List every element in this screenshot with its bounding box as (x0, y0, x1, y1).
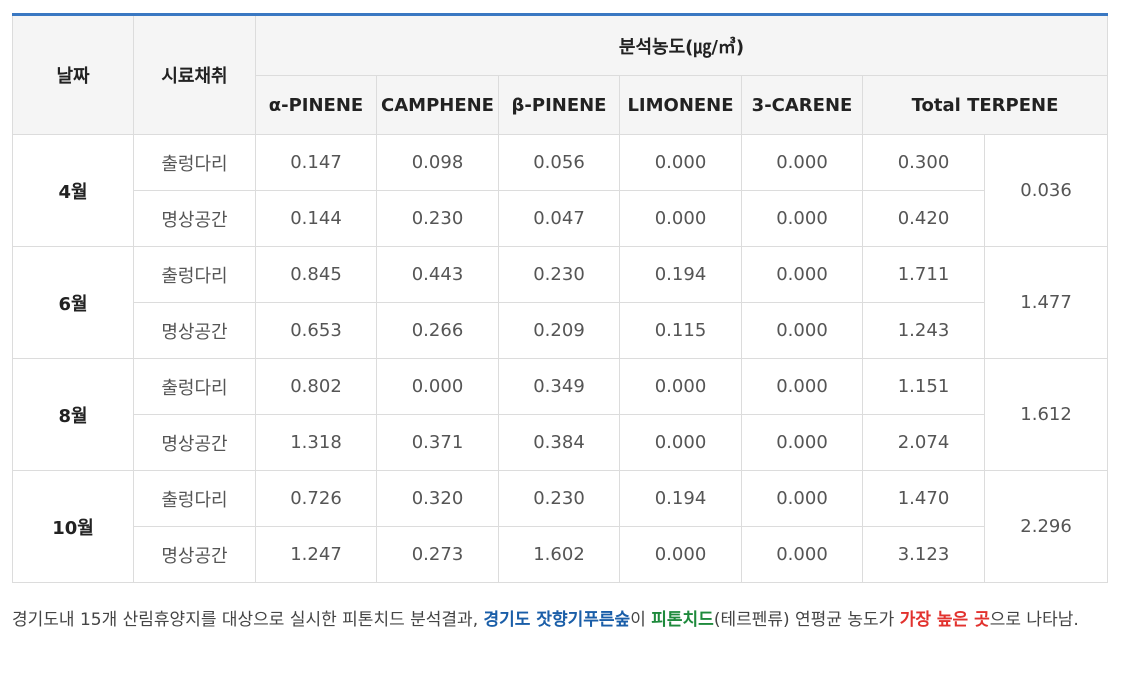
limonene-value: 0.000 (619, 414, 742, 471)
caption-highlight-result: 가장 높은 곳 (899, 610, 990, 630)
site-cell: 출렁다리 (133, 134, 256, 191)
3-carene-value: 0.000 (741, 246, 863, 303)
caption-text-3: (테르펜류) 연평균 농도가 (713, 610, 900, 630)
table-row: 명상공간 1.318 0.371 0.384 0.000 0.000 2.074 (13, 414, 1108, 471)
limonene-value: 0.000 (619, 190, 742, 247)
alpha-pinene-value: 1.318 (255, 414, 377, 471)
site-cell: 출렁다리 (133, 470, 256, 527)
header-total-terpene: Total TERPENE (861, 75, 1109, 135)
month-extra-value: 1.612 (983, 358, 1109, 471)
3-carene-value: 0.000 (741, 134, 863, 191)
3-carene-value: 0.000 (741, 302, 863, 359)
site-cell: 출렁다리 (133, 246, 256, 303)
table-row: 명상공간 1.247 0.273 1.602 0.000 0.000 3.123 (13, 526, 1108, 583)
alpha-pinene-value: 0.802 (255, 358, 377, 415)
3-carene-value: 0.000 (741, 358, 863, 415)
terpene-analysis-table: 날짜 시료채취 분석농도(㎍/㎥) α-PINENE CAMPHENE β-PI… (12, 13, 1109, 583)
month-cell: 6월 (12, 246, 134, 359)
site-cell: 출렁다리 (133, 358, 256, 415)
site-cell: 명상공간 (133, 190, 256, 247)
header-alpha-pinene: α-PINENE (255, 75, 377, 135)
camphene-value: 0.273 (376, 526, 499, 583)
limonene-value: 0.000 (619, 358, 742, 415)
beta-pinene-value: 0.384 (498, 414, 620, 471)
beta-pinene-value: 0.209 (498, 302, 620, 359)
3-carene-value: 0.000 (741, 190, 863, 247)
header-camphene: CAMPHENE (376, 75, 499, 135)
camphene-value: 0.266 (376, 302, 499, 359)
total-terpene-value: 1.243 (862, 302, 985, 359)
table-row: 4월 출렁다리 0.147 0.098 0.056 0.000 0.000 0.300 0.03… (12, 134, 1109, 247)
table-row: 명상공간 0.653 0.266 0.209 0.115 0.000 1.243 (13, 302, 1108, 359)
header-site: 시료채취 (133, 14, 256, 135)
total-terpene-value: 1.711 (862, 246, 985, 303)
caption-highlight-subject: 피톤치드 (651, 610, 714, 630)
caption-text-2: 이 (630, 610, 652, 630)
limonene-value: 0.194 (619, 246, 742, 303)
header-concentration-group: 분석농도(㎍/㎥) (254, 14, 1109, 76)
month-cell: 4월 (12, 134, 134, 247)
month-extra-value: 1.477 (983, 246, 1109, 359)
3-carene-value: 0.000 (741, 526, 863, 583)
caption-text-4: 으로 나타남. (989, 610, 1079, 630)
terpene-table-container: 날짜 시료채취 분석농도(㎍/㎥) α-PINENE CAMPHENE β-PI… (12, 13, 1109, 583)
limonene-value: 0.194 (619, 470, 742, 527)
beta-pinene-value: 1.602 (498, 526, 620, 583)
analysis-caption: 경기도내 15개 산림휴양지를 대상으로 실시한 피톤치드 분석결과, 경기도 … (12, 605, 1112, 636)
total-terpene-value: 2.074 (862, 414, 985, 471)
alpha-pinene-value: 0.653 (255, 302, 377, 359)
site-cell: 명상공간 (133, 302, 256, 359)
site-cell: 명상공간 (133, 526, 256, 583)
camphene-value: 0.098 (376, 134, 499, 191)
camphene-value: 0.000 (376, 358, 499, 415)
total-terpene-value: 1.151 (862, 358, 985, 415)
beta-pinene-value: 0.056 (498, 134, 620, 191)
header-beta-pinene: β-PINENE (498, 75, 620, 135)
beta-pinene-value: 0.230 (498, 246, 620, 303)
limonene-value: 0.000 (619, 526, 742, 583)
camphene-value: 0.371 (376, 414, 499, 471)
limonene-value: 0.115 (619, 302, 742, 359)
month-extra-value: 2.296 (983, 470, 1109, 583)
total-terpene-value: 1.470 (862, 470, 985, 527)
table-row: 명상공간 0.144 0.230 0.047 0.000 0.000 0.420 (13, 190, 1108, 247)
3-carene-value: 0.000 (741, 414, 863, 471)
caption-text-1: 경기도내 15개 산림휴양지를 대상으로 실시한 피톤치드 분석결과, (12, 610, 484, 630)
table-body: 4월 출렁다리 0.147 0.098 0.056 0.000 0.000 0.300 0.03… (12, 134, 1109, 583)
total-terpene-value: 0.300 (862, 134, 985, 191)
3-carene-value: 0.000 (741, 470, 863, 527)
beta-pinene-value: 0.230 (498, 470, 620, 527)
beta-pinene-value: 0.349 (498, 358, 620, 415)
table-row: 10월 출렁다리 0.726 0.320 0.230 0.194 0.000 1.470 2.2… (12, 470, 1109, 583)
alpha-pinene-value: 0.726 (255, 470, 377, 527)
beta-pinene-value: 0.047 (498, 190, 620, 247)
month-cell: 8월 (12, 358, 134, 471)
header-limonene: LIMONENE (619, 75, 742, 135)
alpha-pinene-value: 1.247 (255, 526, 377, 583)
limonene-value: 0.000 (619, 134, 742, 191)
table-row: 6월 출렁다리 0.845 0.443 0.230 0.194 0.000 1.711 1.47… (12, 246, 1109, 359)
header-3-carene: 3-CARENE (741, 75, 863, 135)
caption-highlight-place: 경기도 잣향기푸른숲 (483, 610, 631, 630)
camphene-value: 0.320 (376, 470, 499, 527)
month-cell: 10월 (12, 470, 134, 583)
total-terpene-value: 3.123 (862, 526, 985, 583)
alpha-pinene-value: 0.845 (255, 246, 377, 303)
alpha-pinene-value: 0.144 (255, 190, 377, 247)
table-row: 8월 출렁다리 0.802 0.000 0.349 0.000 0.000 1.151 1.61… (12, 358, 1109, 471)
camphene-value: 0.443 (376, 246, 499, 303)
site-cell: 명상공간 (133, 414, 256, 471)
month-extra-value: 0.036 (983, 134, 1109, 247)
alpha-pinene-value: 0.147 (255, 134, 377, 191)
camphene-value: 0.230 (376, 190, 499, 247)
header-date: 날짜 (12, 14, 134, 135)
total-terpene-value: 0.420 (862, 190, 985, 247)
